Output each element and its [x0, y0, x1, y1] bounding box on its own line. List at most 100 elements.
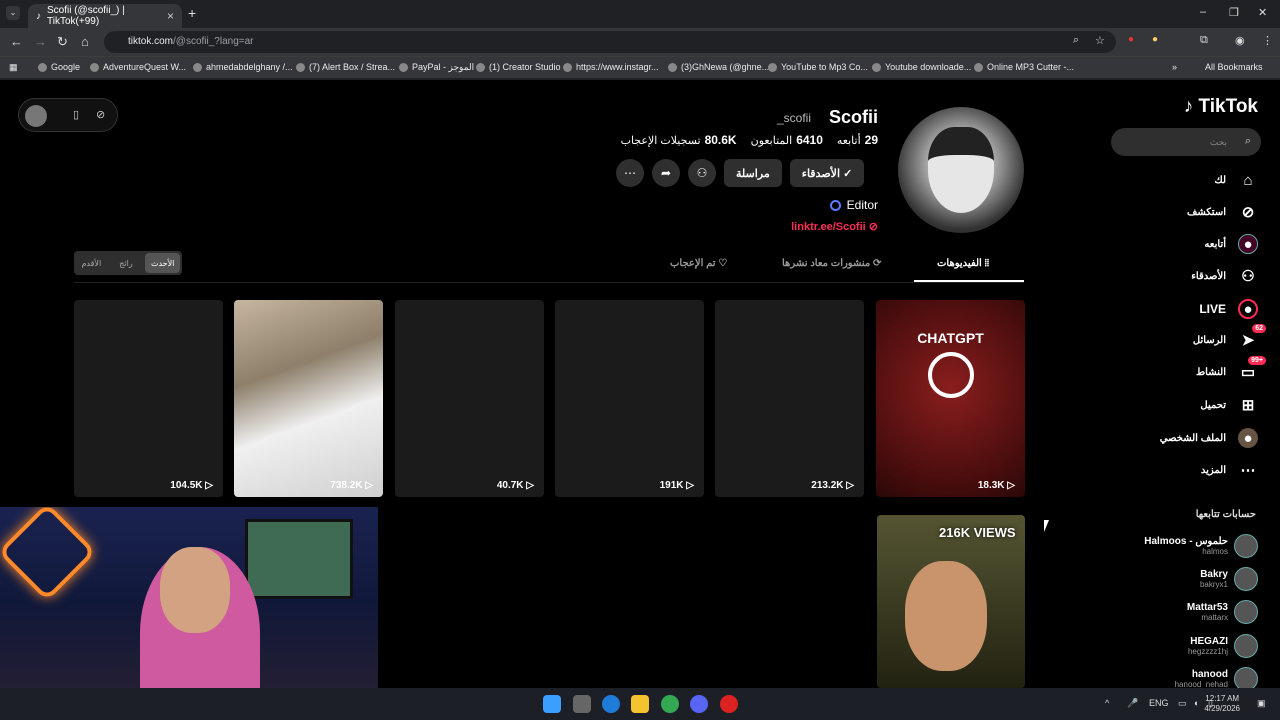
followers-stat[interactable]: 6410المتابعون [751, 133, 823, 147]
account-item[interactable]: Halmoos - حلموس halmos [1144, 534, 1258, 558]
search-input[interactable]: بحث ⌕ [1111, 128, 1261, 156]
tab-reposts[interactable]: منشورات معاد نشرها ⟳ [782, 258, 881, 269]
volume-icon[interactable]: ◖ [1193, 698, 1198, 708]
video-thumbnail[interactable]: 104.5K ▷ [74, 300, 223, 497]
task-view-icon[interactable] [573, 695, 591, 713]
extension-icon[interactable]: ● [1128, 34, 1134, 45]
bookmark-item[interactable]: (3)GhNewa (@ghne... [668, 62, 769, 72]
profile-avatar[interactable] [898, 107, 1024, 233]
friends-icon: ⚇ [1241, 268, 1255, 285]
video-thumbnail[interactable]: 213.2K ▷ [715, 300, 864, 497]
profile-avatar-icon[interactable]: ◉ [1235, 34, 1245, 47]
apps-grid-icon[interactable]: ▦ [9, 62, 18, 73]
tray-chevron-icon[interactable]: ^ [1105, 698, 1109, 708]
sidebar-item-friends[interactable]: الأصدقاء ⚇ [1191, 264, 1258, 288]
video-thumbnail[interactable]: CHATGPT 18.3K ▷ [876, 300, 1025, 497]
start-icon[interactable] [543, 695, 561, 713]
repost-icon: ⟳ [873, 258, 882, 269]
sidebar-item-live[interactable]: LIVE ● [1199, 297, 1258, 321]
menu-kebab-icon[interactable]: ⋮ [1262, 34, 1273, 47]
all-bookmarks[interactable]: All Bookmarks [1205, 62, 1263, 72]
url-field[interactable]: tiktok.com/@scofii_?lang=ar [104, 31, 1116, 53]
message-button[interactable]: مراسلة [724, 159, 782, 187]
tiktok-logo[interactable]: ♪ TikTok [1184, 96, 1258, 118]
app-icon[interactable] [720, 695, 738, 713]
sort-oldest[interactable]: الأقدم [74, 251, 109, 275]
new-tab-button[interactable]: + [188, 5, 196, 21]
sidebar-item-messages[interactable]: الرسائل ➤ 62 [1193, 324, 1266, 352]
compass-small-icon[interactable]: ⊘ [96, 108, 105, 121]
sidebar-item-more[interactable]: المزيد ⋯ [1201, 458, 1258, 482]
account-item[interactable]: Bakry bakryx1 [1200, 567, 1258, 591]
sidebar-item-activity[interactable]: النشاط ▭ 99+ [1196, 356, 1266, 384]
forward-icon[interactable]: → [34, 34, 47, 49]
more-options-icon[interactable]: ⋯ [616, 159, 644, 187]
maximize-icon[interactable]: ❐ [1229, 6, 1239, 19]
bookmark-item[interactable]: (7) Alert Box / Strea... [296, 62, 395, 72]
home-browser-icon[interactable]: ⌂ [81, 34, 89, 49]
bookmark-item[interactable]: Online MP3 Cutter -... [974, 62, 1074, 72]
chrome-icon[interactable] [661, 695, 679, 713]
bookmark-item[interactable]: PayPal - الموجز [399, 62, 474, 73]
device-icon[interactable]: ▯ [73, 108, 79, 121]
profile-username: _scofii [776, 111, 811, 125]
tab-liked[interactable]: تم الإعجاب ♡ [670, 258, 727, 269]
notifications-icon[interactable]: ▣ [1257, 698, 1266, 709]
add-friend-icon[interactable]: ⚇ [688, 159, 716, 187]
account-item[interactable]: HEGAZI hegzzzz1hj [1188, 634, 1258, 658]
video-thumbnail[interactable]: 191K ▷ [555, 300, 704, 497]
thumbnail-overlay-text: 216K VIEWS [939, 525, 1016, 540]
sort-latest[interactable]: الأحدث [145, 253, 181, 273]
bookmark-item[interactable]: YouTube to Mp3 Co... [768, 62, 868, 72]
network-icon[interactable]: ▭ [1178, 698, 1187, 709]
edge-icon[interactable] [602, 695, 620, 713]
zoom-icon[interactable]: ⌕ [1073, 34, 1079, 47]
sidebar-item-upload[interactable]: تحميل ⊞ [1200, 393, 1258, 417]
sidebar-item-profile[interactable]: الملف الشخصي ● [1160, 426, 1258, 450]
bookmark-item[interactable]: Google [38, 62, 80, 72]
neon-hexagon-light [0, 507, 97, 602]
close-window-icon[interactable]: ✕ [1258, 6, 1267, 19]
avatar[interactable] [25, 105, 47, 127]
active-tab[interactable]: ♪ Scofii (@scofii_) | TikTok(+99) × [28, 4, 182, 28]
view-count: 738.2K ▷ [330, 480, 373, 491]
profile-link[interactable]: linktr.ee/Scofii ⊘ [791, 220, 878, 233]
video-thumbnail[interactable]: 738.2K ▷ [234, 300, 383, 497]
bookmark-item[interactable]: https://www.instagr... [563, 62, 659, 72]
friends-button[interactable]: الأصدقاء ✓ [789, 159, 865, 187]
video-thumbnail[interactable]: 40.7K ▷ [395, 300, 544, 497]
reload-icon[interactable]: ↻ [57, 34, 68, 50]
bookmark-item[interactable]: (1) Creator Studio [476, 62, 561, 72]
discord-icon[interactable] [690, 695, 708, 713]
avatar [1234, 534, 1258, 558]
bookmark-item[interactable]: Youtube downloade... [872, 62, 971, 72]
tab-search-icon[interactable]: ⌄ [6, 6, 20, 20]
upload-icon: ⊞ [1241, 397, 1255, 414]
extension-icon[interactable]: ● [1152, 34, 1158, 45]
profile-bio: Editor [829, 198, 878, 212]
account-item[interactable]: Mattar53 mattarx [1187, 600, 1258, 624]
more-bookmarks-icon[interactable]: » [1172, 62, 1177, 72]
sort-popular[interactable]: رائج [109, 251, 144, 275]
sidebar-item-following[interactable]: أتابعه ● [1204, 232, 1258, 256]
avatar-face [928, 127, 994, 213]
bookmark-item[interactable]: AdventureQuest W... [90, 62, 186, 72]
close-tab-icon[interactable]: × [167, 9, 174, 23]
back-icon[interactable]: ← [10, 34, 23, 49]
video-thumbnail[interactable]: 216K VIEWS [877, 515, 1025, 688]
share-icon[interactable]: ➦ [652, 159, 680, 187]
clock[interactable]: 12:17 AM 4/29/2026 [1204, 694, 1240, 714]
extensions-puzzle-icon[interactable]: ⧉ [1200, 34, 1208, 47]
bookmark-star-icon[interactable]: ☆ [1095, 34, 1105, 47]
minimize-icon[interactable]: – [1200, 6, 1206, 18]
following-stat[interactable]: 29أتابعه [837, 133, 878, 147]
profile-stats: 29أتابعه 6410المتابعون 80.6Kتسجيلات الإع… [621, 133, 878, 147]
link-icon: ⊘ [868, 221, 878, 233]
tab-videos[interactable]: الفيديوهات ⦙⦙ [937, 258, 989, 269]
sidebar-item-explore[interactable]: استكشف ⊘ [1187, 200, 1258, 224]
language-indicator[interactable]: ENG [1149, 698, 1169, 708]
mic-icon[interactable]: 🎤 [1127, 698, 1138, 709]
sidebar-item-foryou[interactable]: لك ⌂ [1215, 168, 1258, 192]
bookmark-item[interactable]: ahmedabdelghany /... [193, 62, 293, 72]
file-explorer-icon[interactable] [631, 695, 649, 713]
